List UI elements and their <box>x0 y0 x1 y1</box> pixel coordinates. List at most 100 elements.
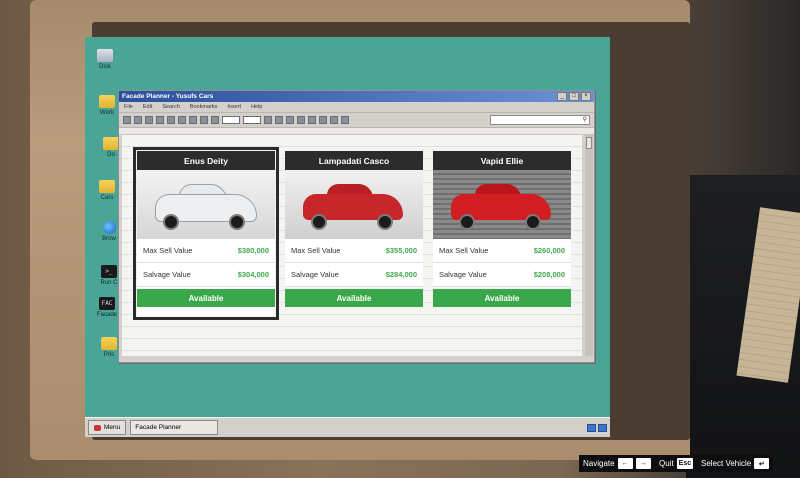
paste-icon[interactable] <box>189 116 197 124</box>
window-titlebar[interactable]: Facade Planner - Yusufs Cars _ □ × <box>119 91 594 102</box>
quit-control[interactable]: Quit Esc <box>655 455 698 472</box>
menu-logo-icon <box>94 424 101 431</box>
select-vehicle-label: Select Vehicle <box>701 459 752 468</box>
salvage-label: Salvage Value <box>439 270 487 279</box>
search-icon: ⚲ <box>582 117 587 123</box>
desktop-icon-label: Brow <box>102 236 116 242</box>
print-icon[interactable] <box>156 116 164 124</box>
start-menu-label: Menu <box>104 424 121 431</box>
taskbar-item-facade-planner[interactable]: Facade Planner <box>130 420 219 435</box>
toolbar: ⚲ <box>119 112 594 128</box>
max-sell-value: $355,000 <box>385 246 417 255</box>
max-sell-value: $260,000 <box>533 246 565 255</box>
available-badge: Available <box>285 289 423 307</box>
list-icon[interactable] <box>330 116 338 124</box>
salvage-row: Salvage Value $208,000 <box>433 263 571 287</box>
max-sell-value: $380,000 <box>237 246 269 255</box>
redo-icon[interactable] <box>211 116 219 124</box>
salvage-label: Salvage Value <box>143 270 191 279</box>
max-sell-label: Max Sell Value <box>291 246 341 255</box>
taskbar-item-label: Facade Planner <box>135 424 182 431</box>
vehicle-image <box>433 170 571 239</box>
vehicle-name: Enus Deity <box>137 151 275 170</box>
facade-app-icon: FAC <box>99 297 115 310</box>
salvage-value: $304,000 <box>237 270 269 279</box>
ruler <box>119 128 594 135</box>
max-sell-label: Max Sell Value <box>439 246 489 255</box>
vehicle-name: Vapid Ellie <box>433 151 571 170</box>
salvage-value: $284,000 <box>385 270 417 279</box>
desktop-icon-label: Run C <box>100 280 118 286</box>
vertical-scrollbar[interactable] <box>585 135 593 356</box>
size-select[interactable] <box>243 116 261 124</box>
menu-edit[interactable]: Edit <box>143 104 152 110</box>
quit-label: Quit <box>659 459 674 468</box>
max-sell-row: Max Sell Value $260,000 <box>433 239 571 263</box>
available-badge: Available <box>137 289 275 307</box>
maximize-button[interactable]: □ <box>569 92 579 101</box>
indent-icon[interactable] <box>341 116 349 124</box>
vehicle-card-enus-deity[interactable]: Enus Deity Max Sell Value $380,000 Salva… <box>133 147 279 320</box>
folder-icon <box>103 137 119 150</box>
save-icon[interactable] <box>145 116 153 124</box>
font-select[interactable] <box>222 116 240 124</box>
document-area: Enus Deity Max Sell Value $380,000 Salva… <box>122 135 582 356</box>
arrow-left-key-icon: ← <box>617 458 633 469</box>
menu-bookmarks[interactable]: Bookmarks <box>190 104 218 110</box>
select-vehicle-control[interactable]: Select Vehicle ↵ <box>697 455 774 472</box>
salvage-value: $208,000 <box>533 270 565 279</box>
computer-screen: Disk Work Do Cars Brow >_ Run C FAC Faca… <box>85 37 610 437</box>
esc-key-icon: Esc <box>676 458 694 469</box>
network-icon[interactable] <box>587 423 596 432</box>
navigate-label: Navigate <box>583 459 615 468</box>
salvage-row: Salvage Value $304,000 <box>137 263 275 287</box>
enter-key-icon: ↵ <box>754 458 770 469</box>
cut-icon[interactable] <box>167 116 175 124</box>
minimize-button[interactable]: _ <box>557 92 567 101</box>
folder-icon <box>99 95 115 108</box>
vehicle-name: Lampadati Casco <box>285 151 423 170</box>
menu-search[interactable]: Search <box>162 104 179 110</box>
window-title: Facade Planner - Yusufs Cars <box>122 93 214 100</box>
vehicle-card-vapid-ellie[interactable]: Vapid Ellie Max Sell Value $260,000 Salv… <box>433 151 571 316</box>
align-left-icon[interactable] <box>297 116 305 124</box>
display-icon[interactable] <box>598 423 607 432</box>
facade-planner-window: Facade Planner - Yusufs Cars _ □ × File … <box>118 90 595 363</box>
vehicle-card-lampadati-casco[interactable]: Lampadati Casco Max Sell Value $355,000 … <box>285 151 423 316</box>
arrow-right-key-icon: → <box>635 458 651 469</box>
menu-file[interactable]: File <box>124 104 133 110</box>
desktop-icon-label: Work <box>100 110 114 116</box>
menu-insert[interactable]: Insert <box>227 104 241 110</box>
align-right-icon[interactable] <box>319 116 327 124</box>
salvage-row: Salvage Value $284,000 <box>285 263 423 287</box>
folder-icon <box>101 337 117 350</box>
salvage-label: Salvage Value <box>291 270 339 279</box>
desktop-icon-label: Cars <box>100 195 114 201</box>
underline-icon[interactable] <box>286 116 294 124</box>
new-doc-icon[interactable] <box>123 116 131 124</box>
max-sell-row: Max Sell Value $380,000 <box>137 239 275 263</box>
vehicle-image <box>285 170 423 239</box>
scrollbar-thumb[interactable] <box>586 137 592 149</box>
desktop-icon-disk[interactable]: Disk <box>87 49 123 70</box>
undo-icon[interactable] <box>200 116 208 124</box>
italic-icon[interactable] <box>275 116 283 124</box>
toolbar-search-input[interactable]: ⚲ <box>490 115 590 125</box>
folder-icon <box>99 180 115 193</box>
bold-icon[interactable] <box>264 116 272 124</box>
open-icon[interactable] <box>134 116 142 124</box>
desktop-icon-label: Do <box>107 152 115 158</box>
desktop-icon-label: Disk <box>99 64 111 70</box>
align-center-icon[interactable] <box>308 116 316 124</box>
menu-bar: File Edit Search Bookmarks Insert Help <box>119 102 594 112</box>
start-menu-button[interactable]: Menu <box>88 420 127 435</box>
system-tray <box>587 423 607 432</box>
disk-icon <box>97 49 113 62</box>
close-button[interactable]: × <box>581 92 591 101</box>
navigate-control[interactable]: Navigate ← → <box>579 455 655 472</box>
menu-help[interactable]: Help <box>251 104 262 110</box>
taskbar: Menu Facade Planner <box>85 417 610 437</box>
copy-icon[interactable] <box>178 116 186 124</box>
desktop-icon-label: Facade <box>96 312 117 318</box>
desktop-icon-label: Pris <box>103 352 115 358</box>
